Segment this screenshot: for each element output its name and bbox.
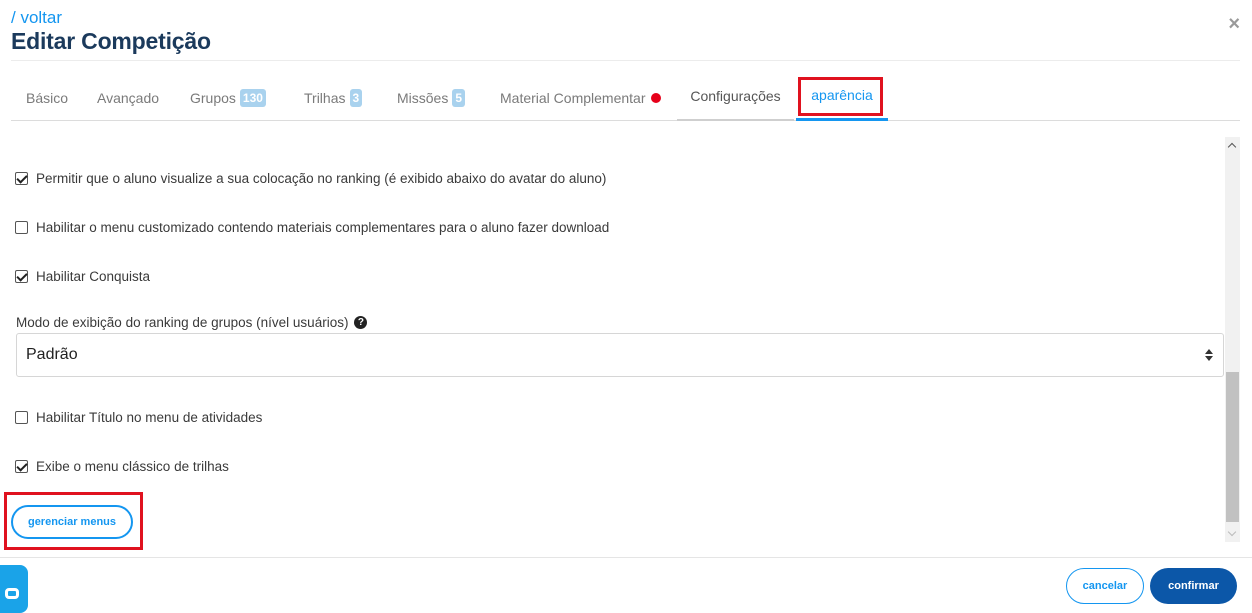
tab-material-complementar[interactable]: Material Complementar — [500, 76, 661, 120]
tab-label: Grupos — [190, 90, 236, 106]
confirm-button[interactable]: confirmar — [1150, 568, 1237, 604]
group-ranking-mode-label: Modo de exibição do ranking de grupos (n… — [16, 315, 368, 330]
tab-avancado[interactable]: Avançado — [97, 76, 159, 120]
tab-label: Missões — [397, 90, 449, 106]
checkbox-label: Habilitar Conquista — [36, 269, 151, 284]
tab-label: Avançado — [97, 90, 160, 106]
red-dot-indicator — [650, 93, 661, 103]
manage-menus-button[interactable]: gerenciar menus — [11, 505, 133, 539]
tab-trilhas[interactable]: Trilhas 3 — [304, 76, 363, 120]
select-arrows-icon — [1205, 348, 1213, 362]
checkbox-label: Exibe o menu clássico de trilhas — [36, 459, 229, 474]
checkbox[interactable] — [15, 270, 28, 283]
tab-aparencia[interactable]: aparência — [796, 76, 888, 121]
header-divider — [11, 60, 1240, 61]
back-link[interactable]: / voltar — [11, 8, 62, 28]
setting-classic-menu[interactable]: Exibe o menu clássico de trilhas — [15, 459, 229, 474]
checkbox[interactable] — [15, 460, 28, 473]
tab-label: Básico — [26, 90, 69, 106]
checkbox-label: Habilitar Título no menu de atividades — [36, 410, 263, 425]
select-value: Padrão — [26, 346, 78, 363]
tab-basico[interactable]: Básico — [26, 76, 68, 120]
cancel-button[interactable]: cancelar — [1066, 568, 1144, 604]
tab-label: Configurações — [690, 87, 781, 104]
tab-grupos[interactable]: Grupos 130 — [190, 76, 266, 120]
page-title: Editar Competição — [11, 28, 211, 54]
checkbox-label: Permitir que o aluno visualize a sua col… — [36, 171, 607, 186]
chat-widget-icon[interactable] — [0, 565, 28, 613]
group-ranking-mode-select[interactable]: Padrão — [16, 333, 1224, 377]
checkbox[interactable] — [15, 411, 28, 424]
question-circle-icon[interactable]: ? — [354, 316, 368, 329]
count-badge: 130 — [239, 89, 266, 107]
select-label-text: Modo de exibição do ranking de grupos (n… — [16, 315, 349, 330]
scroll-down-icon[interactable] — [1225, 529, 1240, 539]
tab-bar: Básico Avançado Grupos 130 Trilhas 3 Missõ… — [11, 76, 1240, 121]
settings-panel: Permitir que o aluno visualize a sua col… — [0, 137, 1225, 557]
checkbox[interactable] — [15, 221, 28, 234]
checkbox-label: Habilitar o menu customizado contendo ma… — [36, 220, 610, 235]
footer-divider — [0, 557, 1252, 558]
count-badge: 5 — [452, 89, 466, 107]
scrollbar[interactable] — [1225, 137, 1240, 542]
scroll-up-icon[interactable] — [1225, 141, 1240, 151]
tab-label: aparência — [811, 87, 873, 103]
setting-ranking-position[interactable]: Permitir que o aluno visualize a sua col… — [15, 171, 606, 186]
tab-label: Material Complementar — [500, 90, 646, 106]
setting-achievement[interactable]: Habilitar Conquista — [15, 269, 150, 284]
tab-configuracoes[interactable]: Configurações — [677, 76, 794, 121]
close-icon[interactable]: × — [1228, 13, 1240, 36]
scroll-thumb[interactable] — [1226, 372, 1239, 522]
checkbox[interactable] — [15, 172, 28, 185]
setting-activity-menu-title[interactable]: Habilitar Título no menu de atividades — [15, 410, 262, 425]
tab-label: Trilhas — [304, 90, 346, 106]
setting-custom-menu[interactable]: Habilitar o menu customizado contendo ma… — [15, 220, 609, 235]
tab-missoes[interactable]: Missões 5 — [397, 76, 466, 120]
count-badge: 3 — [349, 89, 363, 107]
